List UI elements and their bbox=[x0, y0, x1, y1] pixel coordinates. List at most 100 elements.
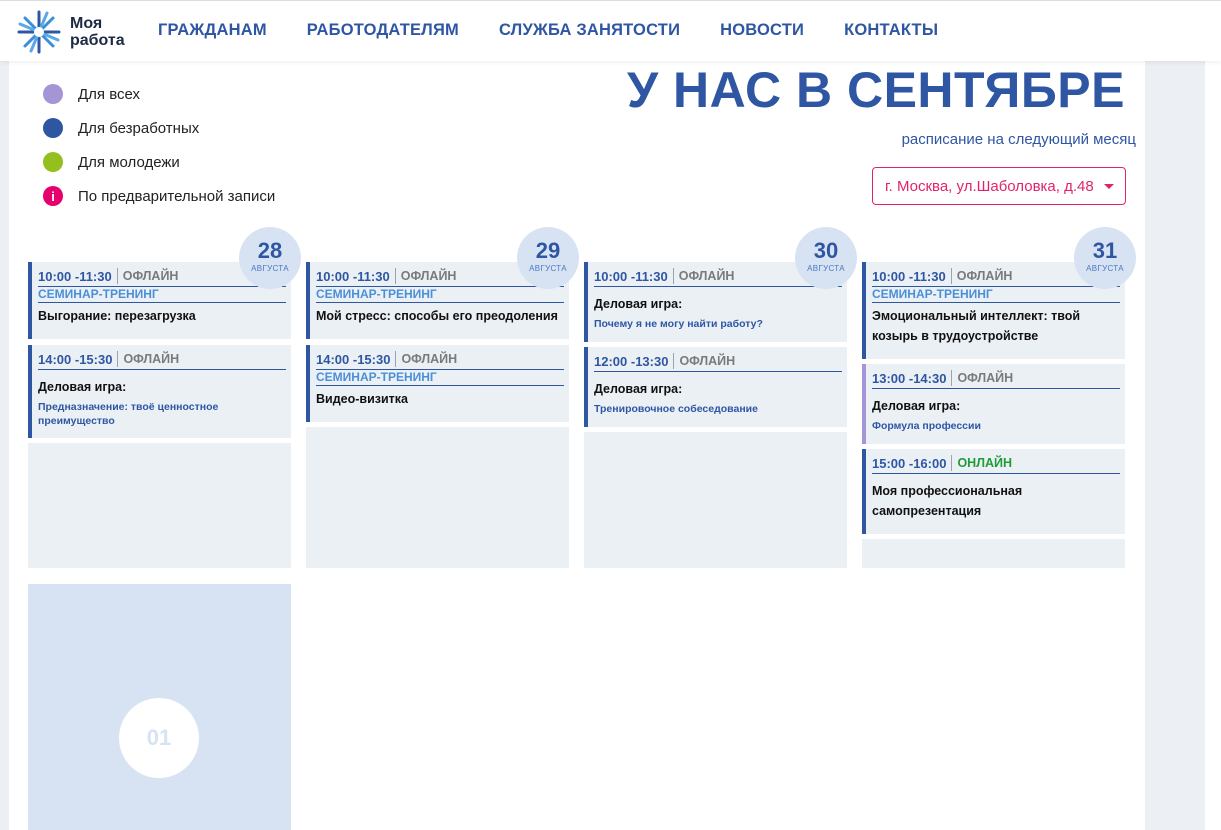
page-subtitle: расписание на следующий месяц bbox=[901, 131, 1136, 148]
date-badge: 28 АВГУСТА bbox=[239, 227, 301, 289]
logo-text: Моя работа bbox=[70, 15, 125, 49]
nav-citizens[interactable]: ГРАЖДАНАМ bbox=[158, 21, 267, 40]
page-edge bbox=[1205, 61, 1221, 830]
event-time: 15:00 -16:00 bbox=[872, 455, 947, 471]
next-day-card[interactable]: 01 bbox=[28, 584, 291, 830]
page-title: У НАС В СЕНТЯБРЕ bbox=[627, 62, 1125, 118]
info-icon: i bbox=[43, 186, 63, 206]
divider bbox=[395, 351, 397, 367]
event-header: 14:00 -15:30 ОФЛАЙН bbox=[316, 351, 564, 370]
event-title: Выгорание: перезагрузка bbox=[38, 309, 196, 323]
nav-news[interactable]: НОВОСТИ bbox=[720, 21, 804, 40]
day-empty-area bbox=[584, 432, 847, 568]
legend-item-youth: Для молодежи bbox=[43, 145, 275, 179]
date-number: 28 bbox=[257, 238, 283, 263]
nav-contacts[interactable]: КОНТАКТЫ bbox=[844, 21, 938, 40]
event-title: Мой стресс: способы его преодоления bbox=[316, 309, 558, 323]
event-subtitle: Почему я не могу найти работу? bbox=[594, 318, 763, 330]
event-subtitle: Предназначение: твоё ценностное преимуще… bbox=[38, 401, 219, 427]
legend-dot bbox=[43, 118, 63, 138]
legend-label: По предварительной записи bbox=[78, 187, 276, 205]
day-empty-area bbox=[28, 443, 291, 568]
event-mode: ОНЛАЙН bbox=[957, 456, 1013, 470]
legend-dot bbox=[43, 84, 63, 104]
event-card[interactable]: 14:00 -15:30 ОФЛАЙН СЕМИНАР-ТРЕНИНГ Виде… bbox=[306, 345, 569, 422]
legend-dot bbox=[43, 152, 63, 172]
next-day-number: 01 bbox=[119, 698, 199, 778]
day-empty-area bbox=[306, 427, 569, 568]
date-month: АВГУСТА bbox=[807, 264, 845, 273]
event-mode: ОФЛАЙН bbox=[956, 269, 1013, 283]
legend-item-registration: i По предварительной записи bbox=[43, 179, 275, 213]
event-time: 10:00 -11:30 bbox=[316, 268, 390, 284]
event-time: 10:00 -11:30 bbox=[38, 268, 112, 284]
location-dropdown[interactable]: г. Москва, ул.Шаболовка, д.48 bbox=[872, 167, 1126, 205]
event-mode: ОФЛАЙН bbox=[401, 352, 458, 366]
event-time: 13:00 -14:30 bbox=[872, 370, 947, 386]
right-strip bbox=[1145, 61, 1205, 830]
event-header: 12:00 -13:30 ОФЛАЙН bbox=[594, 353, 842, 372]
legend-label: Для всех bbox=[78, 85, 141, 103]
date-number: 30 bbox=[813, 238, 839, 263]
event-title: Эмоциональный интеллект: твой козырь в т… bbox=[872, 309, 1081, 343]
nav-employment-service[interactable]: СЛУЖБА ЗАНЯТОСТИ bbox=[499, 21, 680, 40]
event-card[interactable]: 13:00 -14:30 ОФЛАЙН Деловая игра: Формул… bbox=[862, 364, 1125, 444]
event-category: СЕМИНАР-ТРЕНИНГ bbox=[38, 287, 286, 303]
divider bbox=[951, 370, 953, 386]
location-value: г. Москва, ул.Шаболовка, д.48 bbox=[885, 177, 1094, 195]
chevron-down-icon bbox=[1103, 183, 1114, 189]
legend-label: Для молодежи bbox=[78, 153, 180, 171]
event-card[interactable]: 14:00 -15:30 ОФЛАЙН Деловая игра: Предна… bbox=[28, 345, 291, 438]
divider bbox=[116, 268, 118, 284]
event-time: 12:00 -13:30 bbox=[594, 353, 669, 369]
event-subtitle: Формула профессии bbox=[872, 420, 981, 432]
event-subtitle: Тренировочное собеседование bbox=[594, 403, 758, 415]
divider bbox=[951, 455, 953, 471]
divider bbox=[673, 353, 675, 369]
event-card[interactable]: 12:00 -13:30 ОФЛАЙН Деловая игра: Тренир… bbox=[584, 347, 847, 427]
date-month: АВГУСТА bbox=[529, 264, 567, 273]
event-category: СЕМИНАР-ТРЕНИНГ bbox=[872, 287, 1120, 303]
logo-icon bbox=[17, 10, 61, 54]
event-title: Деловая игра: bbox=[38, 380, 127, 394]
event-mode: ОФЛАЙН bbox=[957, 371, 1014, 385]
event-title: Видео-визитка bbox=[316, 392, 408, 406]
event-title: Моя профессиональная самопрезентация bbox=[872, 484, 1023, 518]
date-badge: 31 АВГУСТА bbox=[1074, 227, 1136, 289]
logo[interactable]: Моя работа bbox=[16, 7, 136, 57]
date-month: АВГУСТА bbox=[251, 264, 289, 273]
site-header: Моя работа ГРАЖДАНАМ РАБОТОДАТЕЛЯМ СЛУЖБ… bbox=[0, 0, 1221, 61]
event-mode: ОФЛАЙН bbox=[679, 354, 736, 368]
legend-item-all: Для всех bbox=[43, 77, 275, 111]
event-time: 14:00 -15:30 bbox=[38, 351, 113, 367]
divider bbox=[394, 268, 396, 284]
event-title: Деловая игра: bbox=[594, 297, 683, 311]
event-title: Деловая игра: bbox=[872, 399, 961, 413]
event-time: 10:00 -11:30 bbox=[594, 268, 668, 284]
event-time: 10:00 -11:30 bbox=[872, 268, 946, 284]
event-mode: ОФЛАЙН bbox=[122, 269, 179, 283]
date-badge: 29 АВГУСТА bbox=[517, 227, 579, 289]
event-category: СЕМИНАР-ТРЕНИНГ bbox=[316, 287, 564, 303]
event-mode: ОФЛАЙН bbox=[400, 269, 457, 283]
event-mode: ОФЛАЙН bbox=[678, 269, 735, 283]
event-mode: ОФЛАЙН bbox=[123, 352, 180, 366]
event-title: Деловая игра: bbox=[594, 382, 683, 396]
legend-item-unemployed: Для безработных bbox=[43, 111, 275, 145]
event-time: 14:00 -15:30 bbox=[316, 351, 391, 367]
event-header: 15:00 -16:00 ОНЛАЙН bbox=[872, 455, 1120, 474]
event-card[interactable]: 15:00 -16:00 ОНЛАЙН Моя профессиональная… bbox=[862, 449, 1125, 534]
date-number: 31 bbox=[1092, 238, 1118, 263]
date-month: АВГУСТА bbox=[1086, 264, 1124, 273]
legend-label: Для безработных bbox=[78, 119, 200, 137]
divider bbox=[950, 268, 952, 284]
divider bbox=[117, 351, 119, 367]
date-badge: 30 АВГУСТА bbox=[795, 227, 857, 289]
day-empty-area bbox=[862, 539, 1125, 568]
event-category: СЕМИНАР-ТРЕНИНГ bbox=[316, 370, 564, 386]
event-header: 13:00 -14:30 ОФЛАЙН bbox=[872, 370, 1120, 389]
divider bbox=[672, 268, 674, 284]
legend: Для всех Для безработных Для молодежи i … bbox=[43, 77, 275, 213]
main-nav: ГРАЖДАНАМ РАБОТОДАТЕЛЯМ СЛУЖБА ЗАНЯТОСТИ… bbox=[158, 21, 938, 40]
nav-employers[interactable]: РАБОТОДАТЕЛЯМ bbox=[307, 21, 459, 40]
